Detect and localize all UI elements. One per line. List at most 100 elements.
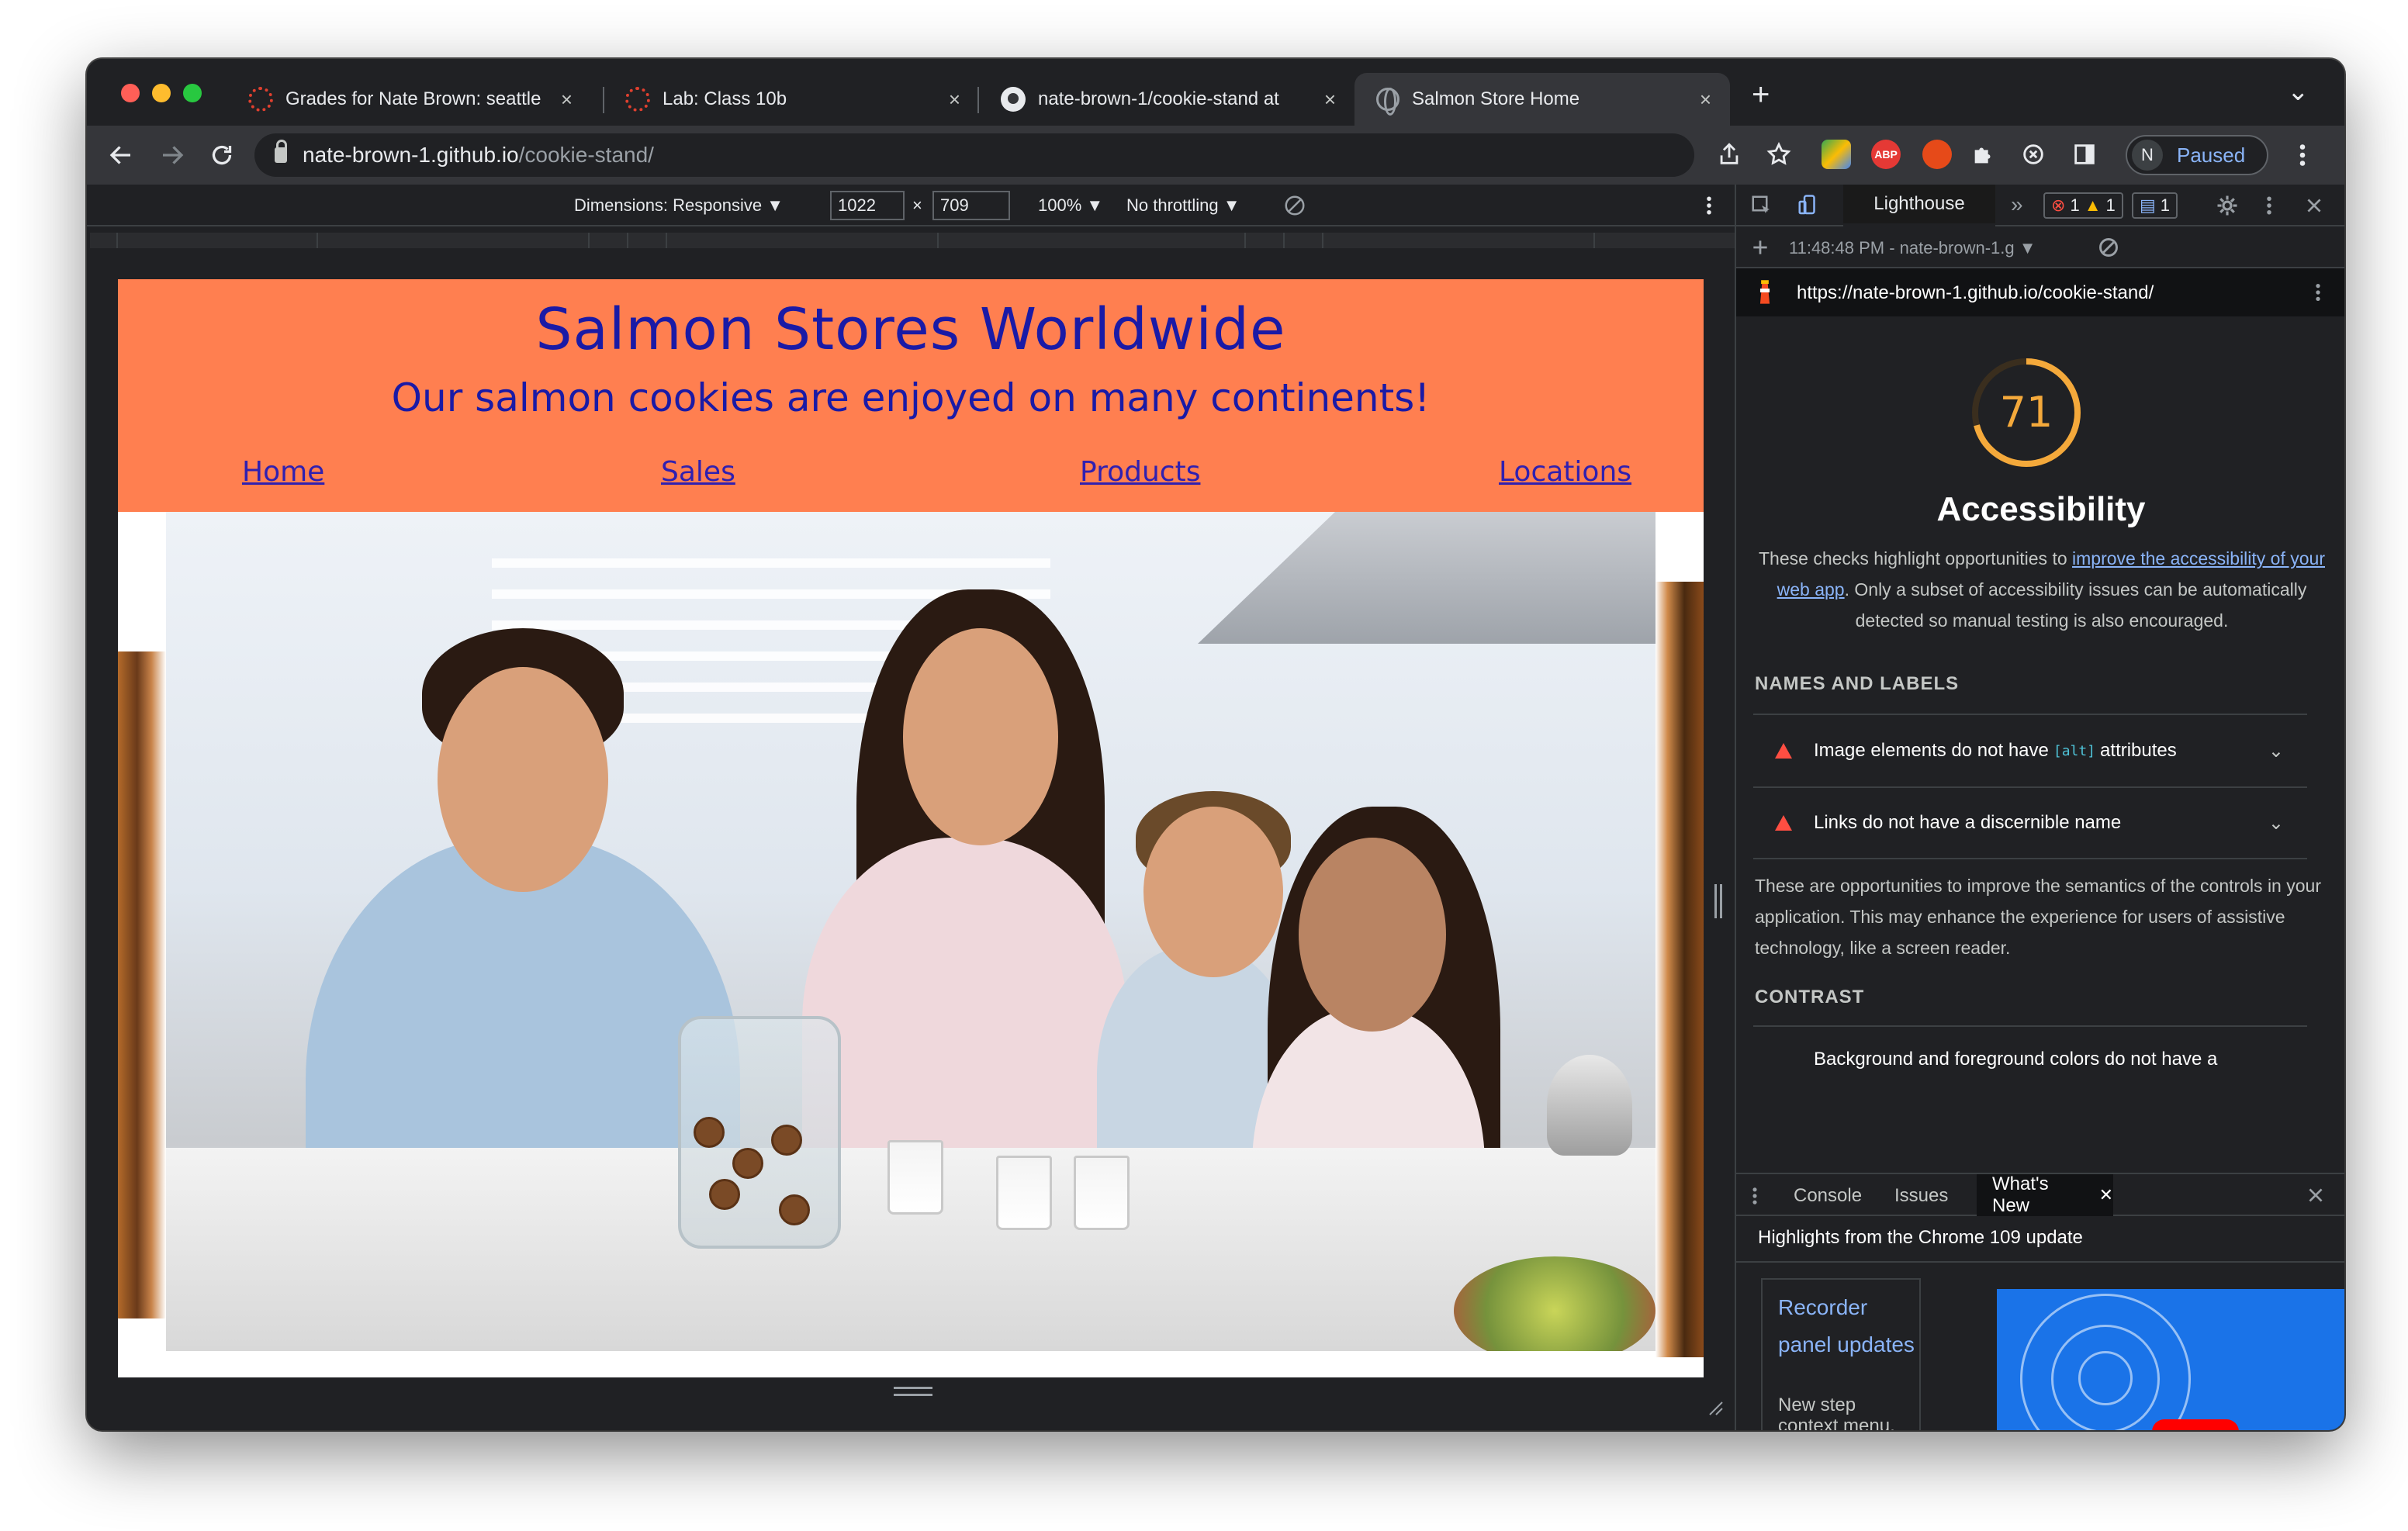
- side-panel-icon[interactable]: [2071, 141, 2098, 168]
- devtools-menu-icon[interactable]: [2264, 194, 2275, 217]
- minimize-window-button[interactable]: [152, 84, 171, 102]
- ruler-segment: [628, 233, 667, 248]
- profile-status: Paused: [2177, 143, 2246, 167]
- devtools-drawer: Console Issues What's New ✕ Highlights f…: [1736, 1173, 2344, 1430]
- tab-title: nate-brown-1/cookie-stand at: [1038, 88, 1279, 109]
- decorative-ring: [2078, 1351, 2133, 1405]
- report-url-bar: https://nate-brown-1.github.io/cookie-st…: [1736, 268, 2344, 316]
- milk-glass: [1074, 1156, 1130, 1230]
- extension-drive-icon[interactable]: [1822, 140, 1851, 169]
- puzzle-extensions-icon[interactable]: [1970, 141, 1997, 168]
- viewport-resize-handle-right[interactable]: [1714, 884, 1722, 918]
- nav-link-products[interactable]: Products: [1080, 456, 1200, 488]
- tab-issues[interactable]: Issues: [1894, 1185, 1948, 1207]
- tab-title: Salmon Store Home: [1412, 88, 1580, 109]
- bookmark-star-icon[interactable]: [1766, 141, 1792, 168]
- tab-github[interactable]: nate-brown-1/cookie-stand at ×: [979, 73, 1354, 126]
- man-face: [438, 667, 608, 892]
- tab-close-icon[interactable]: ×: [1324, 88, 1336, 112]
- fail-triangle-icon: [1775, 743, 1792, 759]
- close-window-button[interactable]: [121, 84, 140, 102]
- address-bar[interactable]: nate-brown-1.github.io/cookie-stand/: [254, 133, 1694, 177]
- drawer-menu-icon[interactable]: [1750, 1185, 1759, 1207]
- settings-gear-icon[interactable]: [2216, 194, 2239, 217]
- tab-salmon-store[interactable]: Salmon Store Home ×: [1354, 73, 1730, 126]
- forward-arrow-icon[interactable]: [158, 141, 186, 169]
- canvas-icon: [248, 87, 273, 112]
- lighthouse-logo-icon: [1759, 280, 1770, 304]
- nav-link-home[interactable]: Home: [242, 456, 324, 488]
- close-tab-icon[interactable]: ✕: [2099, 1185, 2113, 1205]
- clear-reports-icon[interactable]: [2098, 237, 2119, 258]
- youtube-play-icon[interactable]: [2152, 1419, 2239, 1430]
- height-input[interactable]: 709: [932, 191, 1010, 220]
- viewport-resize-corner-icon[interactable]: [1707, 1399, 1724, 1416]
- ruler-segment: [1246, 233, 1285, 248]
- chevron-down-icon[interactable]: ⌄: [2268, 812, 2284, 835]
- profile-button[interactable]: N Paused: [2126, 135, 2268, 175]
- cookie: [732, 1148, 763, 1179]
- report-selector[interactable]: 11:48:48 PM - nate-brown-1.g ▼: [1789, 238, 2036, 258]
- share-icon[interactable]: [1716, 141, 1742, 168]
- chevron-down-icon[interactable]: ⌄: [2268, 740, 2284, 762]
- new-tab-button[interactable]: +: [1752, 78, 1770, 112]
- issue-counters[interactable]: ⊗ 1 ▲ 1: [2043, 192, 2123, 219]
- message-icon: ▤: [2140, 195, 2156, 215]
- site-title: Salmon Stores Worldwide: [535, 296, 1286, 363]
- audit-link-name[interactable]: Links do not have a discernible name ⌄: [1753, 786, 2307, 859]
- message-counter[interactable]: ▤ 1: [2132, 192, 2178, 219]
- viewport-resize-handle-bottom[interactable]: [894, 1387, 932, 1396]
- sync-icon[interactable]: [2020, 141, 2046, 168]
- width-input[interactable]: 1022: [830, 191, 905, 220]
- description-text: . Only a subset of accessibility issues …: [1844, 579, 2307, 631]
- close-devtools-icon[interactable]: [2304, 195, 2324, 216]
- group-title-names-labels: NAMES AND LABELS: [1755, 673, 1960, 694]
- report-menu-icon[interactable]: [2313, 281, 2323, 304]
- media-query-ruler[interactable]: [87, 226, 1795, 254]
- device-toggle-icon[interactable]: [1797, 192, 1820, 219]
- tab-title: Grades for Nate Brown: seattle: [285, 88, 541, 109]
- tab-grades[interactable]: Grades for Nate Brown: seattle ×: [227, 73, 591, 126]
- tab-whats-new[interactable]: What's New ✕: [1977, 1173, 2113, 1216]
- kebab-menu-icon[interactable]: [2295, 141, 2310, 169]
- whats-new-card-recorder[interactable]: Recorder panel updates New step context …: [1761, 1278, 1921, 1430]
- tab-close-icon[interactable]: ×: [561, 88, 573, 112]
- throttling-dropdown[interactable]: No throttling ▼: [1126, 195, 1240, 216]
- whats-new-video-thumbnail[interactable]: ne: [1997, 1289, 2344, 1430]
- tab-console[interactable]: Console: [1794, 1185, 1862, 1207]
- audit-code: [alt]: [2053, 742, 2096, 759]
- nav-link-locations[interactable]: Locations: [1499, 456, 1631, 488]
- report-url[interactable]: https://nate-brown-1.github.io/cookie-st…: [1797, 282, 2154, 304]
- maximize-window-button[interactable]: [183, 84, 202, 102]
- lighthouse-report-bar: 11:48:48 PM - nate-brown-1.g ▼: [1736, 226, 2344, 268]
- nav-link-sales[interactable]: Sales: [661, 456, 735, 488]
- device-toolbar-menu-icon[interactable]: [1704, 194, 1714, 217]
- extension-red-icon[interactable]: [1922, 140, 1952, 169]
- audit-contrast[interactable]: Background and foreground colors do not …: [1753, 1025, 2307, 1098]
- tab-close-icon[interactable]: ×: [1700, 88, 1711, 112]
- dimensions-dropdown[interactable]: Dimensions: Responsive ▼: [574, 195, 784, 216]
- category-title: Accessibility: [1936, 490, 2146, 528]
- lock-icon[interactable]: [275, 140, 287, 163]
- adblock-plus-icon[interactable]: ABP: [1871, 140, 1901, 169]
- cookie: [694, 1117, 725, 1148]
- inspect-element-icon[interactable]: [1750, 194, 1773, 217]
- back-arrow-icon[interactable]: [107, 141, 135, 169]
- zoom-dropdown[interactable]: 100% ▼: [1038, 195, 1103, 216]
- tab-search-icon[interactable]: ⌄: [2287, 76, 2309, 107]
- canvas-icon: [625, 87, 650, 112]
- avatar: N: [2132, 140, 2163, 171]
- tab-lab[interactable]: Lab: Class 10b ×: [604, 73, 979, 126]
- reload-icon[interactable]: [208, 141, 236, 169]
- background-art-left: [118, 651, 166, 1318]
- close-drawer-icon[interactable]: [2306, 1185, 2326, 1205]
- browser-toolbar: nate-brown-1.github.io/cookie-stand/ ABP…: [87, 126, 2344, 185]
- new-report-icon[interactable]: [1750, 237, 1770, 257]
- woman-face: [903, 628, 1058, 845]
- more-tabs-icon[interactable]: »: [2011, 192, 2023, 217]
- ruler-segment: [667, 233, 939, 248]
- rotate-icon[interactable]: [1283, 194, 1306, 217]
- tab-close-icon[interactable]: ×: [949, 88, 960, 112]
- tab-lighthouse[interactable]: Lighthouse: [1843, 185, 1995, 226]
- audit-image-alt[interactable]: Image elements do not have [alt] attribu…: [1753, 714, 2307, 786]
